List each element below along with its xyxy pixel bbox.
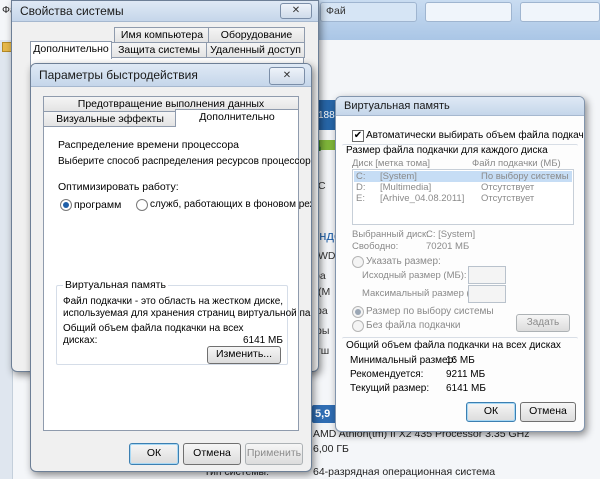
current-size-label: Текущий размер: bbox=[350, 383, 430, 394]
custom-size-radio[interactable] bbox=[352, 256, 364, 268]
total-label-line1: Общий объем файла подкачки на всех bbox=[63, 323, 244, 334]
paging-size-group-title: Размер файла подкачки для каждого диска bbox=[346, 145, 548, 156]
vm-desc-line1: Файл подкачки - это область на жестком д… bbox=[63, 296, 284, 307]
background-frag-m: (M bbox=[318, 286, 331, 298]
programs-radio[interactable] bbox=[60, 199, 72, 211]
background-tab-text: Фай bbox=[326, 5, 346, 17]
drive-list[interactable]: C: [System] По выбору системы D: [Multim… bbox=[352, 169, 574, 225]
column-file-header: Файл подкачки (МБ) bbox=[472, 158, 561, 169]
perf-apply-button[interactable]: Применить bbox=[245, 443, 303, 465]
tab-computer-name[interactable]: Имя компьютера bbox=[114, 27, 210, 43]
performance-options-panel: Распределение времени процессора Выберит… bbox=[43, 126, 311, 431]
perf-cancel-button[interactable]: Отмена bbox=[183, 443, 241, 465]
auto-size-label[interactable]: Автоматически выбирать объем файла подка… bbox=[366, 130, 584, 141]
drive-e-label: [Arhive_04.08.2011] bbox=[380, 193, 465, 204]
drive-c-label: [System] bbox=[380, 171, 417, 182]
total-label-line2: дисках: bbox=[63, 335, 98, 346]
set-button[interactable]: Задать bbox=[516, 314, 570, 332]
virtual-memory-group: Виртуальная память Файл подкачки - это о… bbox=[56, 279, 311, 365]
virtual-memory-window: Виртуальная память ✔ Автоматически выбир… bbox=[335, 96, 585, 432]
background-search-field bbox=[425, 2, 512, 22]
system-properties-title: Свойства системы bbox=[20, 4, 124, 18]
recommended-value: 9211 МБ bbox=[446, 369, 486, 380]
cpu-scheduling-desc: Выберите способ распределения ресурсов п… bbox=[58, 156, 312, 167]
drive-c-letter: C: bbox=[356, 171, 366, 182]
column-disk-header: Диск [метка тома] bbox=[352, 158, 431, 169]
system-properties-titlebar: Свойства системы bbox=[12, 1, 318, 22]
drive-e-size: Отсутствует bbox=[481, 193, 535, 204]
background-frag-c: С bbox=[318, 180, 326, 192]
min-size-value: 16 МБ bbox=[446, 355, 475, 366]
current-size-value: 6141 МБ bbox=[446, 383, 486, 394]
selected-drive-value: C: [System] bbox=[426, 229, 476, 240]
performance-options-title: Параметры быстродействия bbox=[39, 68, 198, 82]
drive-d-letter[interactable]: D: bbox=[356, 182, 366, 193]
initial-size-label: Исходный размер (МБ): bbox=[362, 270, 467, 281]
custom-size-label[interactable]: Указать размер: bbox=[366, 256, 441, 267]
system-managed-radio[interactable] bbox=[352, 306, 364, 318]
recommended-label: Рекомендуется: bbox=[350, 369, 424, 380]
cpu-scheduling-group: Распределение времени процессора Выберит… bbox=[58, 139, 311, 269]
max-size-input[interactable] bbox=[468, 285, 506, 303]
vm-cancel-button[interactable]: Отмена bbox=[520, 402, 576, 422]
system-properties-close-button[interactable]: ✕ bbox=[280, 3, 312, 19]
initial-size-input[interactable] bbox=[468, 266, 506, 284]
rating-value: 5,9 bbox=[315, 408, 331, 420]
system-managed-label[interactable]: Размер по выбору системы bbox=[366, 306, 494, 317]
drive-c-size: По выбору системы bbox=[481, 171, 569, 182]
virtual-memory-titlebar: Виртуальная память bbox=[336, 97, 584, 116]
drive-d-label: [Multimedia] bbox=[380, 182, 432, 193]
ram-value: 6,00 ГБ bbox=[313, 443, 349, 455]
programs-label[interactable]: программ bbox=[74, 199, 121, 211]
total-paging-group: Общий объем файла подкачки на всех диска… bbox=[342, 337, 578, 398]
performance-options-close-button[interactable]: ✕ bbox=[269, 67, 305, 85]
drive-d-size: Отсутствует bbox=[481, 182, 535, 193]
tab-system-protection[interactable]: Защита системы bbox=[110, 42, 208, 58]
free-space-label: Свободно: bbox=[352, 241, 399, 252]
vm-desc-line2: используемая для хранения страниц виртуа… bbox=[63, 308, 312, 319]
vm-ok-button[interactable]: ОК bbox=[466, 402, 516, 422]
selected-drive-label: Выбранный диск: bbox=[352, 229, 429, 240]
drive-e-letter[interactable]: E: bbox=[356, 193, 365, 204]
os-type-value: 64-разрядная операционная система bbox=[313, 466, 496, 478]
change-button[interactable]: Изменить... bbox=[207, 346, 281, 364]
no-paging-radio[interactable] bbox=[352, 320, 364, 332]
services-label[interactable]: служб, работающих в фоновом режиме bbox=[150, 199, 311, 210]
total-paging-group-title: Общий объем файла подкачки на всех диска… bbox=[346, 340, 561, 351]
virtual-memory-title: Виртуальная память bbox=[344, 100, 450, 112]
free-space-value: 70201 МБ bbox=[426, 241, 470, 252]
tab-hardware[interactable]: Оборудование bbox=[208, 27, 305, 43]
virtual-memory-group-title: Виртуальная память bbox=[63, 279, 168, 291]
tab-visual-effects[interactable]: Визуальные эффекты bbox=[43, 111, 177, 127]
background-search-field-2 bbox=[520, 2, 600, 22]
paging-size-group: Размер файла подкачки для каждого диска … bbox=[342, 144, 578, 333]
tab-perf-advanced[interactable]: Дополнительно bbox=[175, 109, 299, 127]
services-radio[interactable] bbox=[136, 199, 148, 211]
background-frag-wd: WD bbox=[318, 250, 336, 262]
no-paging-label[interactable]: Без файла подкачки bbox=[366, 320, 461, 331]
min-size-label: Минимальный размер: bbox=[350, 355, 456, 366]
total-value: 6141 МБ bbox=[243, 335, 283, 346]
tab-remote-access[interactable]: Удаленный доступ bbox=[206, 42, 305, 58]
auto-size-checkbox[interactable]: ✔ bbox=[352, 130, 364, 142]
perf-ok-button[interactable]: ОК bbox=[129, 443, 179, 465]
background-blue-number: 188 bbox=[318, 110, 335, 121]
optimize-label: Оптимизировать работу: bbox=[58, 181, 179, 193]
cpu-scheduling-title: Распределение времени процессора bbox=[58, 139, 240, 151]
tab-advanced[interactable]: Дополнительно bbox=[30, 41, 112, 59]
performance-options-window: Параметры быстродействия ✕ Предотвращени… bbox=[30, 63, 312, 472]
